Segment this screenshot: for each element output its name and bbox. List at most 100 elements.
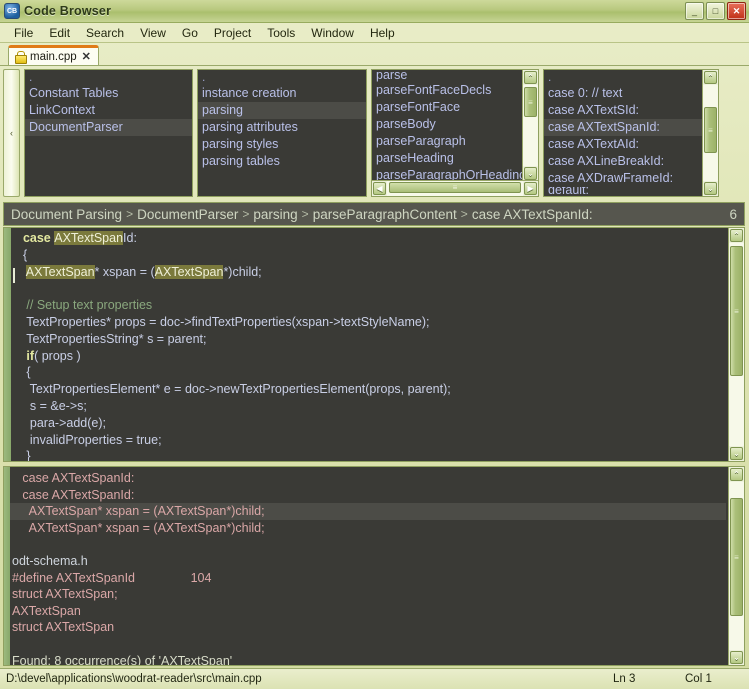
vscroll-thumb[interactable]: ≡ <box>730 498 743 616</box>
vscroll-thumb[interactable]: ≡ <box>524 87 537 117</box>
scroll-down-icon[interactable]: ⌄ <box>524 167 537 180</box>
list-item[interactable]: instance creation <box>198 85 366 102</box>
lock-icon <box>15 51 27 64</box>
editor-vscrollbar[interactable]: ⌃ ≡ ⌄ <box>728 228 744 461</box>
list-item[interactable]: case AXTextSpanId: <box>544 119 702 136</box>
pane-cases-vscrollbar[interactable]: ⌃ ≡ ⌄ <box>702 70 718 196</box>
list-item[interactable]: case AXTextSId: <box>544 102 702 119</box>
list-item[interactable]: parsing styles <box>198 136 366 153</box>
pane-methods-vscrollbar[interactable]: ⌃ ≡ ⌄ <box>522 70 538 181</box>
search-result-row[interactable]: Found: 8 occurrence(s) of 'AXTextSpan' <box>10 653 726 665</box>
scroll-up-icon[interactable]: ⌃ <box>524 71 537 84</box>
list-item[interactable]: parsing attributes <box>198 119 366 136</box>
list-item[interactable]: . <box>25 72 192 85</box>
list-item[interactable]: parseFontFaceDecls <box>372 82 522 99</box>
menu-help[interactable]: Help <box>362 25 403 41</box>
search-results-list[interactable]: case AXTextSpanId: case AXTextSpanId: AX… <box>10 470 726 665</box>
menu-search[interactable]: Search <box>78 25 132 41</box>
search-result-row[interactable]: odt-schema.h <box>10 553 726 570</box>
scroll-left-icon[interactable]: ◀ <box>373 182 386 195</box>
tab-main-cpp[interactable]: main.cpp ✕ <box>8 45 99 65</box>
scroll-up-icon[interactable]: ⌃ <box>730 468 743 481</box>
vscroll-track[interactable]: ≡ <box>729 482 744 650</box>
scroll-up-icon[interactable]: ⌃ <box>704 71 717 84</box>
scroll-down-icon[interactable]: ⌄ <box>704 182 717 195</box>
breadcrumb-item-0[interactable]: Document Parsing <box>11 207 122 222</box>
list-item[interactable]: DocumentParser <box>25 119 192 136</box>
pane-methods-hscrollbar[interactable]: ◀ ≡ ▶ <box>372 180 538 196</box>
list-item[interactable]: parseHeading <box>372 150 522 167</box>
list-item[interactable]: parseParagraph <box>372 133 522 150</box>
vscroll-track[interactable]: ≡ <box>703 85 718 181</box>
scroll-up-icon[interactable]: ⌃ <box>730 229 743 242</box>
scroll-down-icon[interactable]: ⌄ <box>730 651 743 664</box>
vscroll-thumb[interactable]: ≡ <box>730 246 743 376</box>
list-item[interactable]: parse <box>372 72 522 82</box>
vscroll-thumb[interactable]: ≡ <box>704 107 717 153</box>
menu-go[interactable]: Go <box>174 25 206 41</box>
status-file-path: D:\devel\applications\woodrat-reader\src… <box>6 673 262 685</box>
maximize-button[interactable]: □ <box>706 2 725 20</box>
menu-window[interactable]: Window <box>303 25 362 41</box>
breadcrumb: Document Parsing > DocumentParser > pars… <box>3 202 745 226</box>
list-item[interactable]: case AXDrawFrameId: <box>544 170 702 187</box>
pane-classes-list: . Constant Tables LinkContext DocumentPa… <box>25 70 192 136</box>
close-icon[interactable]: ✕ <box>82 50 91 63</box>
search-result-row[interactable] <box>10 536 726 553</box>
hscroll-thumb[interactable]: ≡ <box>389 182 521 193</box>
list-item[interactable]: parseBody <box>372 116 522 133</box>
menu-project[interactable]: Project <box>206 25 259 41</box>
list-item[interactable]: case AXTextAId: <box>544 136 702 153</box>
vscroll-track[interactable]: ≡ <box>729 243 744 446</box>
hscroll-track[interactable]: ≡ <box>387 181 523 196</box>
list-item[interactable]: default: <box>544 187 702 196</box>
results-vscrollbar[interactable]: ⌃ ≡ ⌄ <box>728 467 744 665</box>
breadcrumb-item-3[interactable]: parseParagraphContent <box>313 207 457 222</box>
menu-view[interactable]: View <box>132 25 174 41</box>
search-result-row[interactable]: struct AXTextSpan; <box>10 586 726 603</box>
list-item[interactable]: case 0: // text <box>544 85 702 102</box>
scroll-right-icon[interactable]: ▶ <box>524 182 537 195</box>
scroll-down-icon[interactable]: ⌄ <box>730 447 743 460</box>
list-item[interactable]: case AXLineBreakId: <box>544 153 702 170</box>
code-token: AXTextSpan <box>54 231 124 245</box>
pane-cases[interactable]: . case 0: // text case AXTextSId: case A… <box>543 69 719 197</box>
editor-code-surface[interactable]: case AXTextSpanId: { AXTextSpan* xspan =… <box>16 230 726 461</box>
pane-methods[interactable]: parse parseFontFaceDecls parseFontFace p… <box>371 69 539 197</box>
search-result-row[interactable]: AXTextSpan* xspan = (AXTextSpan*)child; <box>10 503 726 520</box>
list-item[interactable]: . <box>544 72 702 85</box>
search-result-row[interactable]: AXTextSpan* xspan = (AXTextSpan*)child; <box>10 520 726 537</box>
search-result-row[interactable]: case AXTextSpanId: <box>10 487 726 504</box>
menu-tools[interactable]: Tools <box>259 25 303 41</box>
list-item[interactable]: parsing <box>198 102 366 119</box>
list-item[interactable]: parsing tables <box>198 153 366 170</box>
search-result-row[interactable]: struct AXTextSpan <box>10 619 726 636</box>
menu-file[interactable]: File <box>6 25 41 41</box>
list-item[interactable]: parseFontFace <box>372 99 522 116</box>
code-line: if( props ) <box>16 348 726 365</box>
code-line: { <box>16 364 726 381</box>
search-result-row[interactable] <box>10 636 726 653</box>
breadcrumb-item-4[interactable]: case AXTextSpanId: <box>472 207 593 222</box>
breadcrumb-item-2[interactable]: parsing <box>253 207 297 222</box>
pane-classes[interactable]: . Constant Tables LinkContext DocumentPa… <box>24 69 193 197</box>
code-editor[interactable]: case AXTextSpanId: { AXTextSpan* xspan =… <box>3 227 745 462</box>
minimize-button[interactable]: _ <box>685 2 704 20</box>
search-result-row[interactable]: case AXTextSpanId: <box>10 470 726 487</box>
code-token: ( props ) <box>34 348 81 363</box>
collapse-rail-button[interactable]: ‹ <box>3 69 20 197</box>
list-item[interactable]: Constant Tables <box>25 85 192 102</box>
pane-sections[interactable]: . instance creation parsing parsing attr… <box>197 69 367 197</box>
breadcrumb-item-1[interactable]: DocumentParser <box>137 207 238 222</box>
search-result-row[interactable]: AXTextSpan <box>10 603 726 620</box>
list-item[interactable]: . <box>198 72 366 85</box>
vscroll-track[interactable]: ≡ <box>523 85 538 166</box>
search-results-panel[interactable]: case AXTextSpanId: case AXTextSpanId: AX… <box>3 466 745 666</box>
list-item[interactable]: LinkContext <box>25 102 192 119</box>
code-token: AXTextSpan <box>25 264 95 279</box>
menu-edit[interactable]: Edit <box>41 25 78 41</box>
search-result-row[interactable]: #define AXTextSpanId 104 <box>10 570 726 587</box>
close-button[interactable]: ✕ <box>727 2 746 20</box>
